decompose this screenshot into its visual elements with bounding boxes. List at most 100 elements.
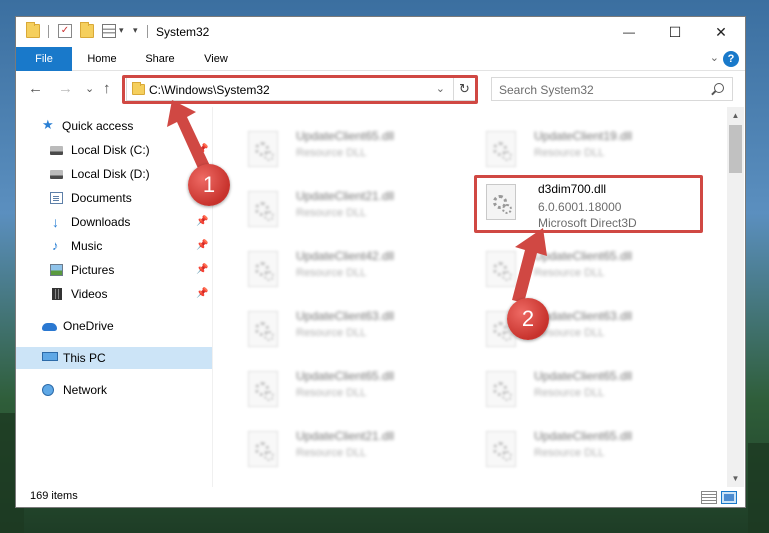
sidebar-item-label: Local Disk (C:) <box>71 143 150 157</box>
ribbon-tabs: File Home Share View ⌄ ? <box>16 47 745 71</box>
file-type: Resource DLL <box>296 147 367 159</box>
properties-icon[interactable] <box>102 24 116 38</box>
file-tile[interactable]: UpdateClient65.dll Resource DLL <box>236 121 466 171</box>
scroll-thumb[interactable] <box>729 125 742 173</box>
sidebar-item-label: Documents <box>71 191 132 205</box>
dll-file-icon <box>248 371 278 407</box>
file-tile[interactable]: UpdateClient19.dll Resource DLL <box>474 121 704 171</box>
sidebar-item-documents[interactable]: Documents 📌 <box>16 187 212 209</box>
search-box[interactable]: Search System32 <box>491 77 733 101</box>
sidebar-item-label: Network <box>63 383 108 397</box>
qat-customize-icon[interactable]: ▾ <box>133 25 138 36</box>
back-button[interactable]: ← <box>28 81 43 97</box>
scroll-up-button[interactable]: ▲ <box>727 107 744 124</box>
tab-file[interactable]: File <box>16 47 72 71</box>
file-name: UpdateClient65.dll <box>296 129 395 143</box>
dll-file-icon <box>248 191 278 227</box>
search-input[interactable]: Search System32 <box>499 83 594 97</box>
dll-file-icon <box>248 431 278 467</box>
file-name: UpdateClient63.dll <box>296 309 395 323</box>
sidebar-item-music[interactable]: ♪ Music 📌 <box>16 235 212 257</box>
sidebar-item-videos[interactable]: Videos 📌 <box>16 283 212 305</box>
recent-locations-button[interactable]: ⌄ <box>85 81 94 97</box>
file-type: Resource DLL <box>296 447 367 459</box>
qat-dropdown-icon[interactable]: ▾ <box>119 25 124 36</box>
sidebar-item-local-disk-c[interactable]: Local Disk (C:) 📌 <box>16 139 212 161</box>
dll-file-icon <box>486 371 516 407</box>
tiles-view-icon[interactable] <box>721 491 737 504</box>
sidebar-item-local-disk-d[interactable]: Local Disk (D:) 📌 <box>16 163 212 185</box>
sidebar-item-this-pc[interactable]: This PC <box>16 347 212 369</box>
tab-share[interactable]: Share <box>134 47 186 71</box>
step-marker-1: 1 <box>188 164 230 206</box>
disk-icon <box>50 170 63 179</box>
qat-separator <box>147 25 148 38</box>
step-marker-2: 2 <box>507 298 549 340</box>
videos-icon <box>52 288 62 300</box>
forward-button[interactable]: → <box>58 81 73 97</box>
folder-icon[interactable] <box>26 22 40 38</box>
star-icon: ★ <box>42 117 54 132</box>
sidebar-item-quick-access[interactable]: ★ Quick access <box>16 115 212 137</box>
file-type: Resource DLL <box>296 267 367 279</box>
dll-file-icon <box>486 431 516 467</box>
sidebar-item-pictures[interactable]: Pictures 📌 <box>16 259 212 281</box>
sidebar-item-downloads[interactable]: ↓ Downloads 📌 <box>16 211 212 233</box>
file-tile[interactable]: UpdateClient65.dll Resource DLL <box>236 361 466 411</box>
minimize-button[interactable]: — <box>606 17 652 47</box>
music-icon: ♪ <box>52 238 59 253</box>
file-tile[interactable]: UpdateClient21.dll Resource DLL <box>236 421 466 471</box>
dll-file-icon <box>248 131 278 167</box>
properties-check-icon[interactable]: ✓ <box>58 24 72 38</box>
file-tile[interactable]: UpdateClient65.dll Resource DLL <box>474 421 704 471</box>
tab-view[interactable]: View <box>192 47 240 71</box>
up-button[interactable]: ↑ <box>103 81 111 97</box>
sidebar-item-network[interactable]: Network <box>16 379 212 401</box>
navigation-pane: ★ Quick access Local Disk (C:) 📌 Local D… <box>16 107 212 487</box>
pin-icon[interactable]: 📌 <box>196 139 208 161</box>
file-type: Resource DLL <box>534 267 605 279</box>
pictures-icon <box>50 264 63 276</box>
file-tile[interactable]: UpdateClient63.dll Resource DLL <box>236 301 466 351</box>
scroll-down-button[interactable]: ▼ <box>727 470 744 487</box>
search-icon[interactable] <box>714 83 724 93</box>
file-type: Resource DLL <box>296 327 367 339</box>
pin-icon[interactable]: 📌 <box>196 235 208 257</box>
ribbon-collapse-icon[interactable]: ⌄ <box>710 51 719 64</box>
sidebar-item-label: This PC <box>63 351 106 365</box>
dll-file-icon <box>248 311 278 347</box>
details-view-icon[interactable] <box>701 491 717 504</box>
status-bar: 169 items <box>16 487 745 507</box>
sidebar-item-label: Videos <box>71 287 108 301</box>
close-button[interactable]: ✕ <box>698 17 744 47</box>
pin-icon[interactable]: 📌 <box>196 283 208 305</box>
file-type: Resource DLL <box>534 387 605 399</box>
tab-home[interactable]: Home <box>76 47 128 71</box>
file-type: Resource DLL <box>534 147 605 159</box>
desktop-background <box>748 443 769 533</box>
pin-icon[interactable]: 📌 <box>196 211 208 233</box>
pc-icon <box>42 352 58 361</box>
file-name: UpdateClient65.dll <box>534 429 633 443</box>
file-type: Resource DLL <box>296 207 367 219</box>
address-highlight-box <box>122 75 478 104</box>
onedrive-icon <box>42 323 57 331</box>
file-tile[interactable]: UpdateClient21.dll Resource DLL <box>236 181 466 231</box>
file-tile[interactable]: UpdateClient65.dll Resource DLL <box>474 241 704 291</box>
file-tile[interactable]: UpdateClient42.dll Resource DLL <box>236 241 466 291</box>
sidebar-item-onedrive[interactable]: OneDrive <box>16 315 212 337</box>
file-tile[interactable]: UpdateClient65.dll Resource DLL <box>474 361 704 411</box>
sidebar-item-label: Downloads <box>71 215 131 229</box>
file-name: UpdateClient65.dll <box>296 369 395 383</box>
maximize-button[interactable]: ☐ <box>652 17 698 47</box>
help-icon[interactable]: ? <box>723 51 739 67</box>
pin-icon[interactable]: 📌 <box>196 259 208 281</box>
file-name: UpdateClient21.dll <box>296 429 395 443</box>
sidebar-item-label: Pictures <box>71 263 115 277</box>
sidebar-item-label: Music <box>71 239 103 253</box>
downloads-icon: ↓ <box>52 214 59 230</box>
new-folder-icon[interactable] <box>80 22 94 38</box>
vertical-scrollbar[interactable]: ▲ ▼ <box>727 107 744 487</box>
navigation-bar: ← → ⌄ ↑ C:\Windows\System32 ⌄ ↻ Search S… <box>16 72 745 107</box>
dll-file-icon <box>248 251 278 287</box>
